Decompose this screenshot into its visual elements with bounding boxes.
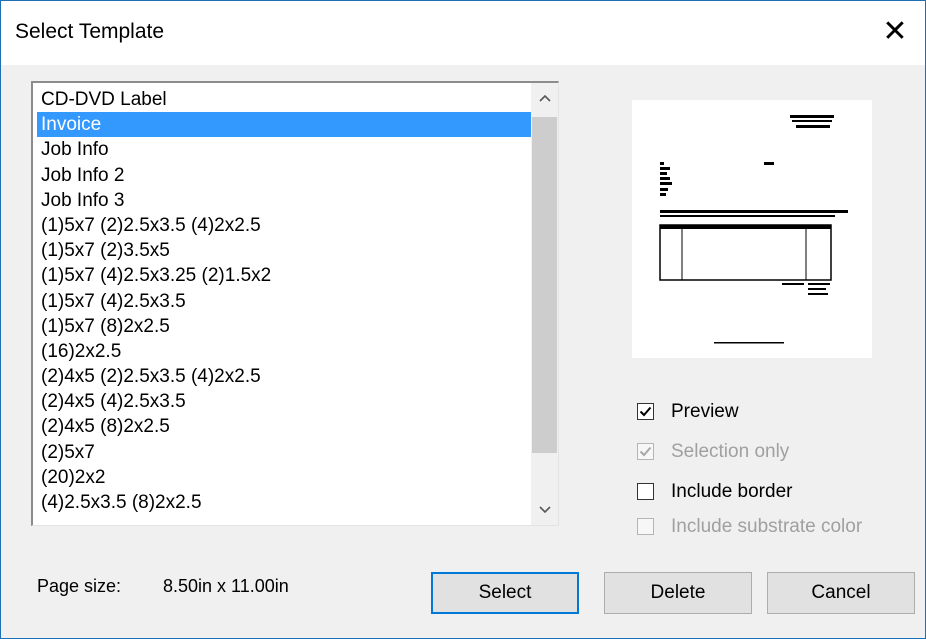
preview-label: Preview [671, 401, 739, 422]
list-item[interactable]: Job Info 3 [37, 188, 531, 213]
list-item[interactable]: (2)4x5 (8)2x2.5 [37, 414, 531, 439]
include-substrate-color-checkbox [637, 518, 654, 535]
checkmark-icon [639, 446, 652, 457]
list-item[interactable]: Invoice [37, 112, 531, 138]
scroll-down-button[interactable] [531, 495, 558, 525]
page-size-label: Page size: [37, 576, 122, 596]
list-item[interactable]: Job Info [37, 137, 531, 162]
invoice-preview-thumbnail [659, 115, 848, 344]
list-item[interactable]: (16)2x2.5 [37, 339, 531, 364]
list-item[interactable]: Job Info 2 [37, 163, 531, 188]
list-scrollbar[interactable] [531, 83, 558, 525]
preview-checkbox[interactable] [637, 403, 654, 420]
template-list[interactable]: CD-DVD Label Invoice Job Info Job Info 2 Job… [31, 81, 559, 526]
list-item[interactable]: (1)5x7 (2)3.5x5 [37, 238, 531, 263]
scroll-up-button[interactable] [531, 83, 558, 113]
close-icon: ✕ [882, 15, 908, 48]
list-item[interactable]: (1)5x7 (2)2.5x3.5 (4)2x2.5 [37, 213, 531, 238]
select-template-dialog: Select Template ✕ CD-DVD Label Invoice Job… [0, 0, 926, 639]
selection-only-checkbox [637, 443, 654, 460]
select-button[interactable]: Select [431, 572, 579, 614]
selection-only-label: Selection only [671, 441, 790, 462]
template-preview [632, 100, 872, 358]
page-size-value: 8.50in x 11.00in [163, 576, 289, 596]
list-item[interactable]: CD-DVD Label [37, 87, 531, 112]
chevron-down-icon [538, 502, 552, 518]
close-button[interactable]: ✕ [865, 1, 925, 65]
include-border-label: Include border [671, 481, 793, 502]
list-item[interactable]: (20)2x2 [37, 465, 531, 490]
list-item[interactable]: (1)5x7 (4)2.5x3.5 [37, 289, 531, 314]
title-bar: Select Template ✕ [1, 1, 925, 65]
template-list-items: CD-DVD Label Invoice Job Info Job Info 2 Job… [37, 87, 531, 515]
delete-button[interactable]: Delete [604, 572, 752, 614]
cancel-button[interactable]: Cancel [767, 572, 915, 614]
chevron-up-icon [538, 90, 552, 106]
list-item[interactable]: (2)4x5 (2)2.5x3.5 (4)2x2.5 [37, 364, 531, 389]
list-item[interactable]: (4)2.5x3.5 (8)2x2.5 [37, 490, 531, 515]
list-item[interactable]: (2)5x7 [37, 440, 531, 465]
checkmark-icon [639, 406, 652, 417]
dialog-title: Select Template [15, 20, 165, 43]
scroll-thumb[interactable] [532, 117, 557, 453]
list-item[interactable]: (1)5x7 (4)2.5x3.25 (2)1.5x2 [37, 263, 531, 288]
list-item[interactable]: (1)5x7 (8)2x2.5 [37, 314, 531, 339]
include-border-checkbox[interactable] [637, 483, 654, 500]
include-substrate-color-label: Include substrate color [671, 516, 863, 537]
list-item[interactable]: (2)4x5 (4)2.5x3.5 [37, 389, 531, 414]
